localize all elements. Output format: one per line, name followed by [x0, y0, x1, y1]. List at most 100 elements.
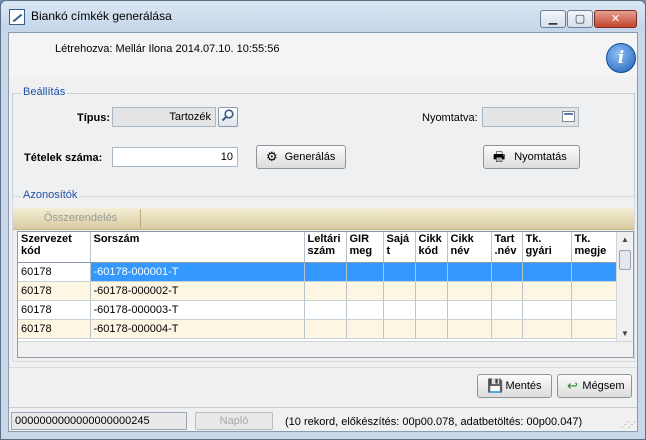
title-bar[interactable]: Biankó címkék generálása ▁ ▢ ✕ [1, 1, 645, 31]
save-button[interactable]: 💾 Mentés [477, 374, 552, 398]
identifiers-table[interactable]: Szervezet kód Sorszám Leltári szám GIR m… [17, 231, 634, 358]
column-header[interactable]: Leltári szám [304, 232, 347, 263]
table-cell[interactable] [447, 281, 492, 301]
table-cell[interactable]: -60178-000004-T [90, 319, 305, 339]
floppy-icon: 💾 [487, 378, 504, 393]
type-field[interactable]: Tartozék [112, 107, 216, 127]
count-label: Tételek száma: [24, 152, 103, 164]
table-cell[interactable]: 60178 [18, 319, 91, 339]
generate-button[interactable]: ⚙ Generálás [256, 145, 346, 169]
type-label: Típus: [77, 112, 110, 124]
table-cell[interactable] [383, 300, 416, 320]
column-header[interactable]: Tart .név [491, 232, 523, 263]
table-cell[interactable] [522, 300, 572, 320]
created-label: Létrehozva: [55, 43, 113, 55]
header-area: Létrehozva: Mellár Ilona 2014.07.10. 10:… [9, 33, 637, 77]
table-cell[interactable] [346, 281, 384, 301]
table-cell[interactable] [491, 281, 523, 301]
column-header[interactable]: Cikk név [447, 232, 492, 263]
table-cell[interactable] [522, 281, 572, 301]
calendar-icon[interactable] [562, 111, 575, 122]
table-cell[interactable]: -60178-000003-T [90, 300, 305, 320]
table-cell[interactable] [447, 319, 492, 339]
minimize-button[interactable]: ▁ [540, 10, 566, 28]
table-cell[interactable]: 60178 [18, 300, 91, 320]
gear-icon: ⚙ [266, 149, 278, 164]
scroll-thumb[interactable] [619, 250, 631, 270]
table-cell[interactable] [383, 262, 416, 282]
table-cell[interactable] [571, 300, 619, 320]
table-row[interactable]: 60178 -60178-000004-T [18, 319, 619, 339]
printer-icon: 🖶 [493, 149, 506, 164]
created-by: Mellár Ilona [115, 43, 173, 55]
table-cell[interactable] [447, 300, 492, 320]
created-info: Létrehozva: Mellár Ilona 2014.07.10. 10:… [55, 43, 279, 55]
table-cell[interactable] [522, 262, 572, 282]
table-cell[interactable] [571, 281, 619, 301]
undo-arrow-icon: ↩ [567, 378, 578, 393]
table-cell[interactable] [346, 300, 384, 320]
status-info: (10 rekord, előkészítés: 00p00.078, adat… [285, 416, 583, 428]
table-header-row: Szervezet kód Sorszám Leltári szám GIR m… [18, 232, 619, 263]
identifiers-grid: Szervezet kód Sorszám Leltári szám GIR m… [18, 232, 619, 339]
printed-label: Nyomtatva: [422, 112, 478, 124]
identifiers-group-label: Azonosítók [21, 189, 80, 201]
table-cell[interactable] [491, 319, 523, 339]
type-search-button[interactable] [218, 107, 238, 127]
column-header[interactable]: Sorszám [90, 232, 305, 263]
table-row[interactable]: 60178 -60178-000002-T [18, 281, 619, 301]
table-cell[interactable] [383, 281, 416, 301]
table-cell[interactable] [304, 262, 347, 282]
table-cell[interactable] [346, 262, 384, 282]
table-cell[interactable] [491, 300, 523, 320]
table-cell[interactable] [383, 319, 416, 339]
settings-group-label: Beállítás [21, 86, 68, 98]
count-field[interactable]: 10 [112, 147, 238, 167]
column-header[interactable]: Tk. megje [571, 232, 619, 263]
search-icon [221, 109, 234, 122]
table-cell[interactable] [304, 319, 347, 339]
table-cell[interactable] [415, 319, 448, 339]
table-cell[interactable] [571, 319, 619, 339]
column-header[interactable]: Cikk kód [415, 232, 448, 263]
table-cell[interactable] [304, 281, 347, 301]
close-button[interactable]: ✕ [594, 10, 637, 28]
scroll-down-icon[interactable]: ▼ [617, 326, 633, 342]
table-cell[interactable]: 60178 [18, 281, 91, 301]
table-row[interactable]: 60178 -60178-000003-T [18, 300, 619, 320]
table-cell[interactable] [415, 300, 448, 320]
print-button[interactable]: 🖶 Nyomtatás [483, 145, 580, 169]
cancel-button[interactable]: ↩ Mégsem [557, 374, 632, 398]
table-cell[interactable] [491, 262, 523, 282]
table-row[interactable]: 60178 -60178-000001-T [18, 262, 619, 282]
table-cell[interactable]: -60178-000001-T [90, 262, 305, 282]
generate-label: Generálás [284, 151, 336, 163]
column-header[interactable]: Sajá t [383, 232, 416, 263]
table-cell[interactable] [522, 319, 572, 339]
maximize-button[interactable]: ▢ [567, 10, 593, 28]
log-button[interactable]: Napló [195, 412, 273, 430]
column-header[interactable]: Tk. gyári [522, 232, 572, 263]
table-cell[interactable]: 60178 [18, 262, 91, 282]
table-cell[interactable] [447, 262, 492, 282]
column-header[interactable]: GIR meg [346, 232, 384, 263]
resize-grip-icon[interactable]: ⋰⋰ [621, 420, 636, 429]
table-cell[interactable] [415, 281, 448, 301]
main-window: Biankó címkék generálása ▁ ▢ ✕ Létrehozv… [0, 0, 646, 440]
table-cell[interactable] [346, 319, 384, 339]
info-icon[interactable]: i [606, 43, 636, 73]
scroll-up-icon[interactable]: ▲ [617, 232, 633, 248]
identifiers-group: Azonosítók Összerendelés Szervezet kód S… [12, 189, 635, 362]
aggregate-button[interactable]: Összerendelés [21, 209, 141, 228]
table-cell[interactable]: -60178-000002-T [90, 281, 305, 301]
created-at: 2014.07.10. 10:55:56 [175, 43, 280, 55]
table-cell[interactable] [415, 262, 448, 282]
column-header[interactable]: Szervezet kód [18, 232, 91, 263]
status-code: 0000000000000000000245 [11, 412, 187, 430]
save-label: Mentés [505, 380, 542, 392]
horizontal-scrollbar[interactable] [18, 341, 633, 357]
table-cell[interactable] [304, 300, 347, 320]
cancel-label: Mégsem [582, 380, 625, 392]
vertical-scrollbar[interactable]: ▲ ▼ [616, 232, 633, 342]
table-cell[interactable] [571, 262, 619, 282]
